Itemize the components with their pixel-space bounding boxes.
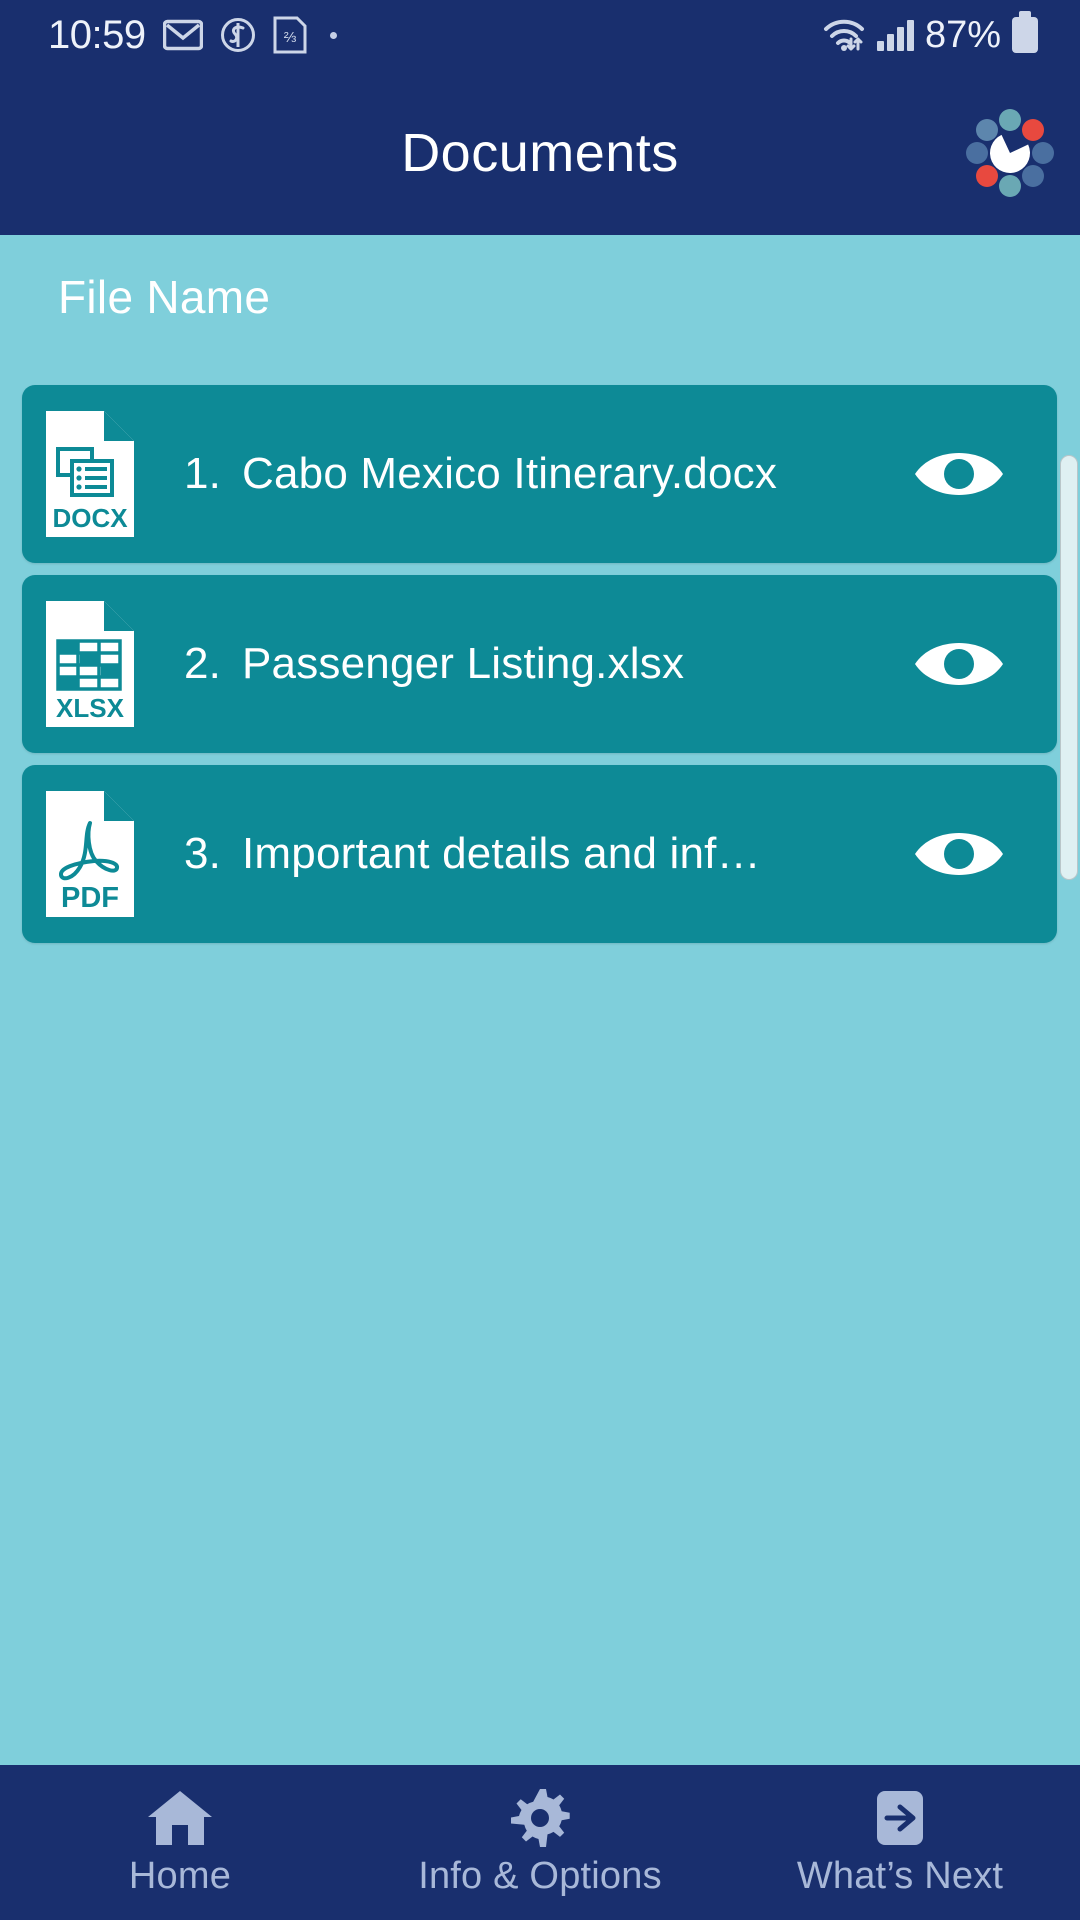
page-title: Documents	[401, 122, 679, 183]
svg-text:PDF: PDF	[61, 882, 119, 914]
status-bar: 10:59 ⅔ 87%	[0, 0, 1080, 70]
status-bar-clock: 10:59	[48, 13, 146, 57]
documents-list-panel: File Name DOCX 1. Cabo Mexico Itinerary.…	[0, 235, 1080, 1765]
svg-text:DOCX: DOCX	[52, 503, 128, 533]
nav-item-home[interactable]: Home	[0, 1765, 360, 1920]
battery-icon	[1012, 11, 1038, 53]
svg-text:XLSX: XLSX	[56, 693, 125, 723]
nav-item-whats-next[interactable]: What’s Next	[720, 1765, 1080, 1920]
nav-label-whats-next: What’s Next	[796, 1855, 1004, 1897]
gear-icon	[509, 1787, 571, 1849]
bottom-navigation-bar: Home Info & Options What’s Next	[0, 1765, 1080, 1920]
app-logo	[964, 107, 1056, 199]
nav-label-home: Home	[128, 1855, 232, 1897]
eye-icon[interactable]	[899, 822, 1019, 886]
list-item[interactable]: DOCX 1. Cabo Mexico Itinerary.docx	[22, 385, 1057, 563]
file-name-label: 1. Cabo Mexico Itinerary.docx	[184, 449, 899, 499]
dot-icon	[329, 31, 337, 39]
app-header: Documents	[0, 70, 1080, 235]
file-title: Important details and inf…	[242, 829, 761, 878]
file-name-label: 3. Important details and inf…	[184, 829, 899, 879]
file-index: 3.	[184, 829, 222, 878]
pdf-file-icon: PDF	[42, 789, 138, 919]
home-icon	[144, 1787, 216, 1849]
eye-icon[interactable]	[899, 632, 1019, 696]
vertical-scrollbar-thumb[interactable]	[1060, 455, 1078, 880]
list-item[interactable]: XLSX 2. Passenger Listing.xlsx	[22, 575, 1057, 753]
s-circle-icon	[220, 17, 256, 53]
file-title: Cabo Mexico Itinerary.docx	[242, 449, 778, 498]
file-title: Passenger Listing.xlsx	[242, 639, 685, 688]
file-index: 2.	[184, 639, 222, 688]
status-bar-right: 87%	[822, 11, 1038, 56]
nav-label-info-options: Info & Options	[418, 1855, 662, 1897]
documents-list: DOCX 1. Cabo Mexico Itinerary.docx XLSX …	[22, 385, 1057, 955]
battery-percent-label: 87%	[924, 14, 1001, 56]
file-name-label: 2. Passenger Listing.xlsx	[184, 639, 899, 689]
sim-card-icon: ⅔	[273, 16, 307, 54]
list-column-header: File Name	[58, 271, 271, 323]
nav-item-info-options[interactable]: Info & Options	[360, 1765, 720, 1920]
status-bar-left: 10:59 ⅔	[48, 15, 337, 55]
mail-icon	[162, 19, 203, 51]
xlsx-file-icon: XLSX	[42, 599, 138, 729]
list-item[interactable]: PDF 3. Important details and inf…	[22, 765, 1057, 943]
file-index: 1.	[184, 449, 222, 498]
docx-file-icon: DOCX	[42, 409, 138, 539]
eye-icon[interactable]	[899, 442, 1019, 506]
cellular-signal-icon	[876, 19, 914, 51]
svg-text:⅔: ⅔	[283, 29, 296, 46]
arrow-right-box-icon	[869, 1787, 931, 1849]
wifi-icon	[822, 17, 866, 53]
